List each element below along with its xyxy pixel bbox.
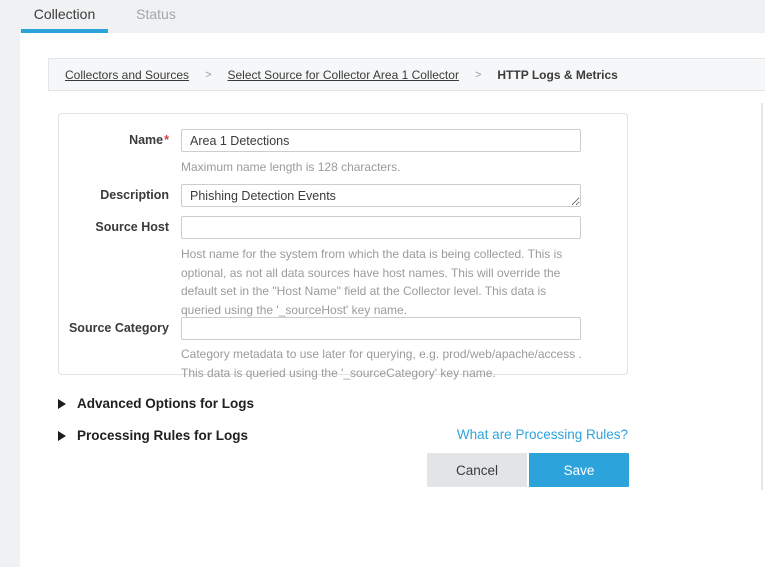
source-host-help-text: Host name for the system from which the …	[181, 245, 583, 319]
name-label: Name*	[59, 129, 169, 152]
source-category-label: Source Category	[59, 317, 169, 340]
required-asterisk: *	[164, 133, 169, 147]
breadcrumb-select-source[interactable]: Select Source for Collector Area 1 Colle…	[228, 68, 459, 82]
processing-rules-section-toggle[interactable]: Processing Rules for Logs	[58, 428, 248, 443]
name-label-text: Name	[129, 133, 163, 147]
name-input[interactable]	[181, 129, 581, 152]
panel-right-border	[761, 103, 763, 490]
expander-triangle-icon	[58, 431, 66, 441]
breadcrumb-current-page: HTTP Logs & Metrics	[497, 68, 617, 82]
source-host-label: Source Host	[59, 216, 169, 239]
save-button[interactable]: Save	[529, 453, 629, 487]
breadcrumb: Collectors and Sources > Select Source f…	[48, 58, 765, 91]
description-label: Description	[59, 184, 169, 207]
source-config-card: Name* Maximum name length is 128 charact…	[58, 113, 628, 375]
expander-triangle-icon	[58, 399, 66, 409]
processing-rules-label: Processing Rules for Logs	[77, 428, 248, 443]
content-panel: Collectors and Sources > Select Source f…	[20, 33, 765, 567]
source-category-input[interactable]	[181, 317, 581, 340]
breadcrumb-separator-icon: >	[475, 69, 481, 81]
description-textarea[interactable]: Phishing Detection Events	[181, 184, 581, 207]
source-host-input[interactable]	[181, 216, 581, 239]
breadcrumb-collectors-and-sources[interactable]: Collectors and Sources	[65, 68, 189, 82]
tab-status[interactable]: Status	[124, 0, 188, 33]
source-category-help-text: Category metadata to use later for query…	[181, 345, 583, 382]
name-help-text: Maximum name length is 128 characters.	[181, 158, 583, 177]
cancel-button[interactable]: Cancel	[427, 453, 527, 487]
breadcrumb-separator-icon: >	[205, 69, 211, 81]
tab-bar: Collection Status	[0, 0, 765, 33]
advanced-options-section-toggle[interactable]: Advanced Options for Logs	[58, 396, 254, 411]
tab-collection[interactable]: Collection	[21, 0, 108, 33]
what-are-processing-rules-link[interactable]: What are Processing Rules?	[457, 427, 628, 442]
advanced-options-label: Advanced Options for Logs	[77, 396, 254, 411]
